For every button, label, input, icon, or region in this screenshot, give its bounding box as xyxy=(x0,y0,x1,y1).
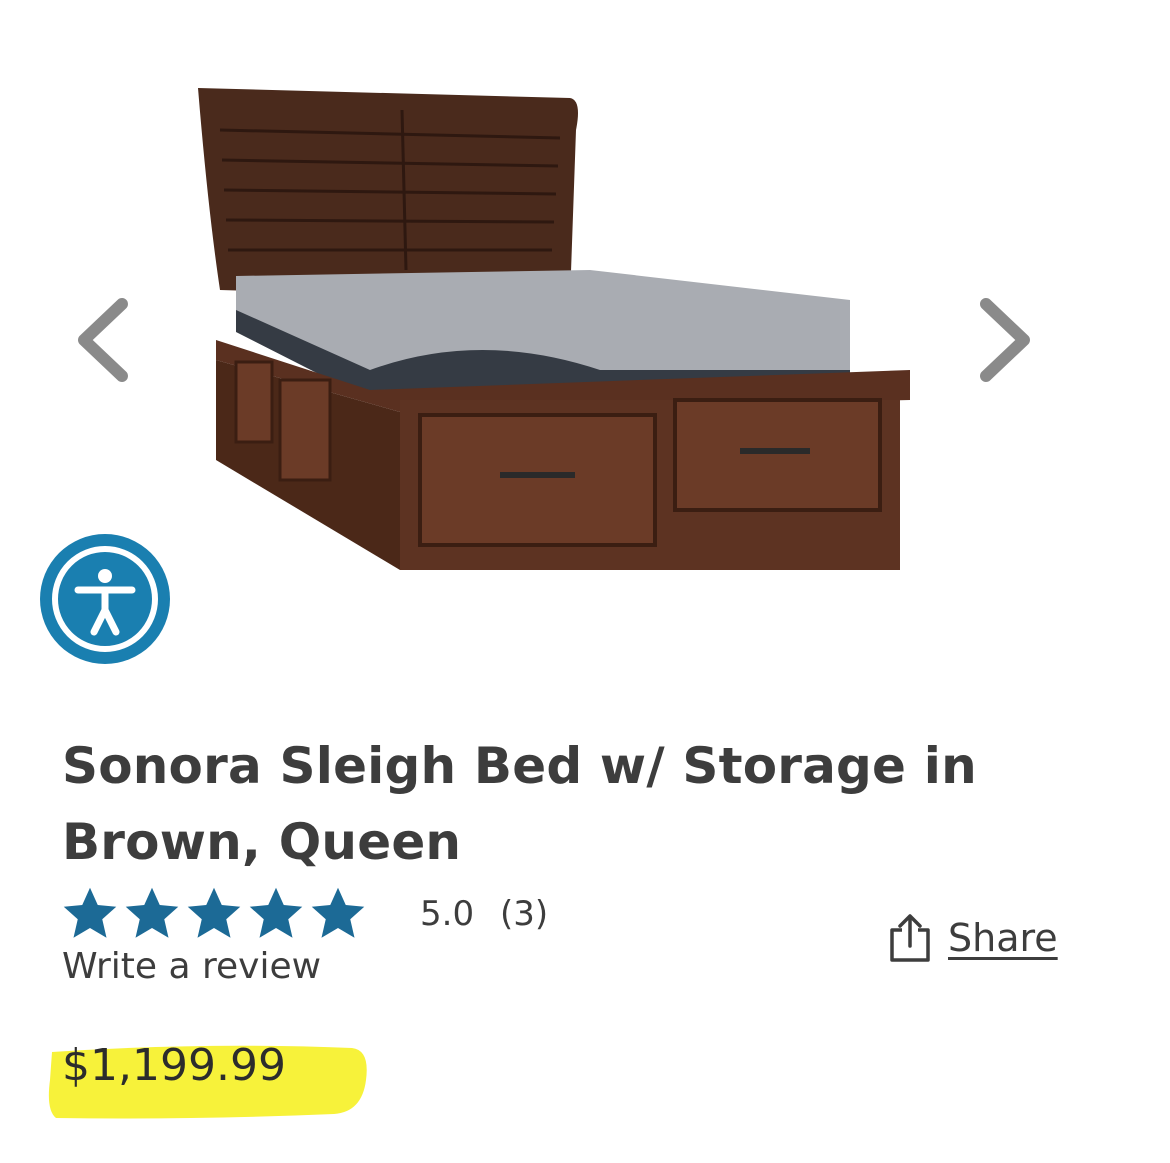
chevron-left-icon[interactable] xyxy=(68,290,138,390)
share-icon xyxy=(890,914,930,962)
rating-count[interactable]: (3) xyxy=(500,894,548,934)
star-icon xyxy=(249,887,303,938)
write-review-link[interactable]: Write a review xyxy=(62,946,321,987)
accessibility-icon[interactable] xyxy=(38,532,172,666)
star-icon xyxy=(63,887,117,938)
star-icon xyxy=(187,887,241,938)
rating-value: 5.0 xyxy=(420,894,475,934)
product-title: Sonora Sleigh Bed w/ Storage in Brown, Q… xyxy=(62,737,977,871)
star-icon xyxy=(311,887,365,938)
product-image xyxy=(198,88,910,570)
star-icon xyxy=(125,887,179,938)
product-price: $1,199.99 xyxy=(62,1040,286,1091)
product-gallery xyxy=(0,0,1170,680)
chevron-right-icon[interactable] xyxy=(970,290,1040,390)
share-label: Share xyxy=(948,916,1058,960)
share-button[interactable]: Share xyxy=(888,912,1058,964)
star-rating xyxy=(60,884,368,944)
